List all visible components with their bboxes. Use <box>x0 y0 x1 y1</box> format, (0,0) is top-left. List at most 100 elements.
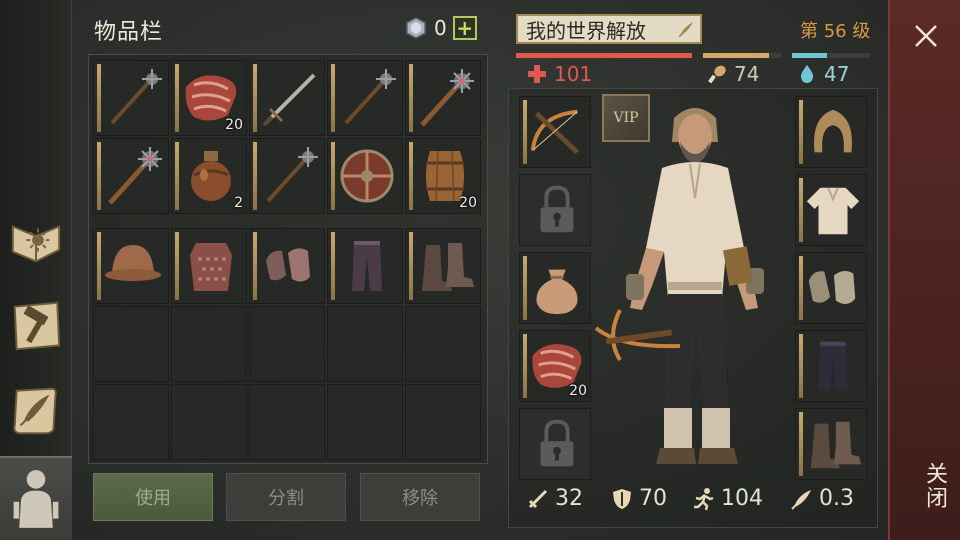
edit-quill-icon[interactable] <box>676 19 696 39</box>
hood-icon <box>814 109 852 153</box>
equipment-slot[interactable] <box>519 408 591 480</box>
inventory-slot[interactable] <box>249 138 325 214</box>
water-bar-fill <box>792 53 828 58</box>
close-icon[interactable] <box>910 20 942 52</box>
equipment-slot[interactable] <box>795 252 867 324</box>
item-quantity: 20 <box>459 195 477 211</box>
flask-icon <box>191 151 231 201</box>
water-bar <box>792 53 870 58</box>
equipment-slot[interactable] <box>519 252 591 324</box>
close-button[interactable]: 关闭 <box>918 462 950 510</box>
tab-crafting[interactable] <box>6 296 66 356</box>
round-shield-icon <box>340 149 394 203</box>
inventory-slot[interactable] <box>327 384 403 460</box>
hammer-icon <box>13 301 61 351</box>
kettle-helmet-icon <box>105 245 161 281</box>
character-model[interactable] <box>590 98 800 488</box>
inventory-slot[interactable] <box>93 384 169 460</box>
inventory-slot[interactable] <box>405 60 481 136</box>
health-bar <box>516 53 692 58</box>
spiked-mace-icon <box>266 147 318 203</box>
close-panel[interactable]: 关闭 <box>888 0 960 540</box>
equipment-slot[interactable] <box>519 96 591 168</box>
inventory-slot[interactable] <box>93 306 169 382</box>
equipment-slot[interactable] <box>795 174 867 246</box>
crossbow-icon <box>530 109 579 155</box>
chainmail-icon <box>190 243 232 291</box>
item-quantity: 20 <box>569 383 587 399</box>
inventory-slot[interactable] <box>93 228 169 304</box>
gem-count: 0 <box>434 16 447 40</box>
inventory-slot[interactable] <box>405 228 481 304</box>
defense-stat: 70 <box>610 486 667 511</box>
inventory-slot[interactable]: 20 <box>405 138 481 214</box>
feather-stat-icon <box>791 489 811 510</box>
tab-character[interactable] <box>0 456 72 540</box>
inventory-slot[interactable] <box>249 60 325 136</box>
remove-button[interactable]: 移除 <box>360 473 480 521</box>
shirt-icon <box>806 187 860 235</box>
water-value: 47 <box>824 62 850 86</box>
speed-value: 104 <box>721 486 763 511</box>
food-value: 74 <box>734 62 760 86</box>
equipment-slot[interactable]: 20 <box>519 330 591 402</box>
character-name: 我的世界解放 <box>526 18 646 43</box>
morning-star-icon <box>108 147 162 205</box>
add-gems-button[interactable]: + <box>452 16 477 40</box>
spiked-mace-icon <box>110 69 162 125</box>
lock-icon <box>540 185 574 233</box>
inventory-slot[interactable] <box>249 228 325 304</box>
inventory-slot[interactable] <box>405 306 481 382</box>
pants-icon <box>818 341 848 391</box>
sword-icon <box>262 73 316 127</box>
inventory-slot[interactable] <box>93 60 169 136</box>
morning-star-icon <box>420 69 474 127</box>
health-bar-fill <box>516 53 692 58</box>
inventory-slot[interactable] <box>405 384 481 460</box>
lock-icon <box>540 419 574 467</box>
inventory-slot[interactable] <box>171 306 247 382</box>
food-bar <box>703 53 781 58</box>
meat-drumstick-icon <box>708 65 726 84</box>
inventory-slot[interactable] <box>249 384 325 460</box>
inventory-slot[interactable] <box>327 138 403 214</box>
inventory-slot[interactable]: 20 <box>171 60 247 136</box>
inventory-slot[interactable] <box>327 306 403 382</box>
health-cross-icon <box>528 65 546 83</box>
gem-icon <box>406 17 426 39</box>
equipment-slot[interactable] <box>795 330 867 402</box>
water-drop-icon <box>800 65 814 83</box>
food-stat: 74 <box>706 62 759 86</box>
equipment-slot[interactable] <box>795 96 867 168</box>
health-stat: 101 <box>526 62 592 86</box>
gloves-icon <box>808 270 856 305</box>
level-label: 第 56 级 <box>800 21 871 42</box>
use-button[interactable]: 使用 <box>93 473 213 521</box>
inventory-slot[interactable] <box>171 228 247 304</box>
character-name-field[interactable]: 我的世界解放 <box>516 14 702 44</box>
defense-value: 70 <box>639 486 667 511</box>
inventory-title: 物品栏 <box>94 20 164 45</box>
split-button[interactable]: 分割 <box>226 473 346 521</box>
running-man-icon <box>694 487 714 510</box>
inventory-slot[interactable] <box>327 60 403 136</box>
attack-stat: 32 <box>526 486 583 511</box>
character-silhouette-icon <box>13 470 59 528</box>
spiked-mace-icon <box>344 69 396 125</box>
tab-quests[interactable] <box>6 380 66 440</box>
inventory-slot[interactable] <box>93 138 169 214</box>
boots-icon <box>422 243 474 291</box>
inventory-slot[interactable]: 2 <box>171 138 247 214</box>
weight-stat: 0.3 <box>790 486 854 511</box>
inventory-slot[interactable] <box>327 228 403 304</box>
inventory-slot[interactable] <box>171 384 247 460</box>
tab-journal[interactable] <box>6 212 66 272</box>
equipment-slot[interactable] <box>519 174 591 246</box>
item-quantity: 20 <box>225 117 243 133</box>
inventory-slot[interactable] <box>249 306 325 382</box>
mail-gloves-icon <box>266 248 310 282</box>
weight-value: 0.3 <box>819 486 854 511</box>
equipment-slot[interactable] <box>795 408 867 480</box>
side-tab-strip <box>0 0 72 540</box>
bag-icon <box>536 269 578 315</box>
